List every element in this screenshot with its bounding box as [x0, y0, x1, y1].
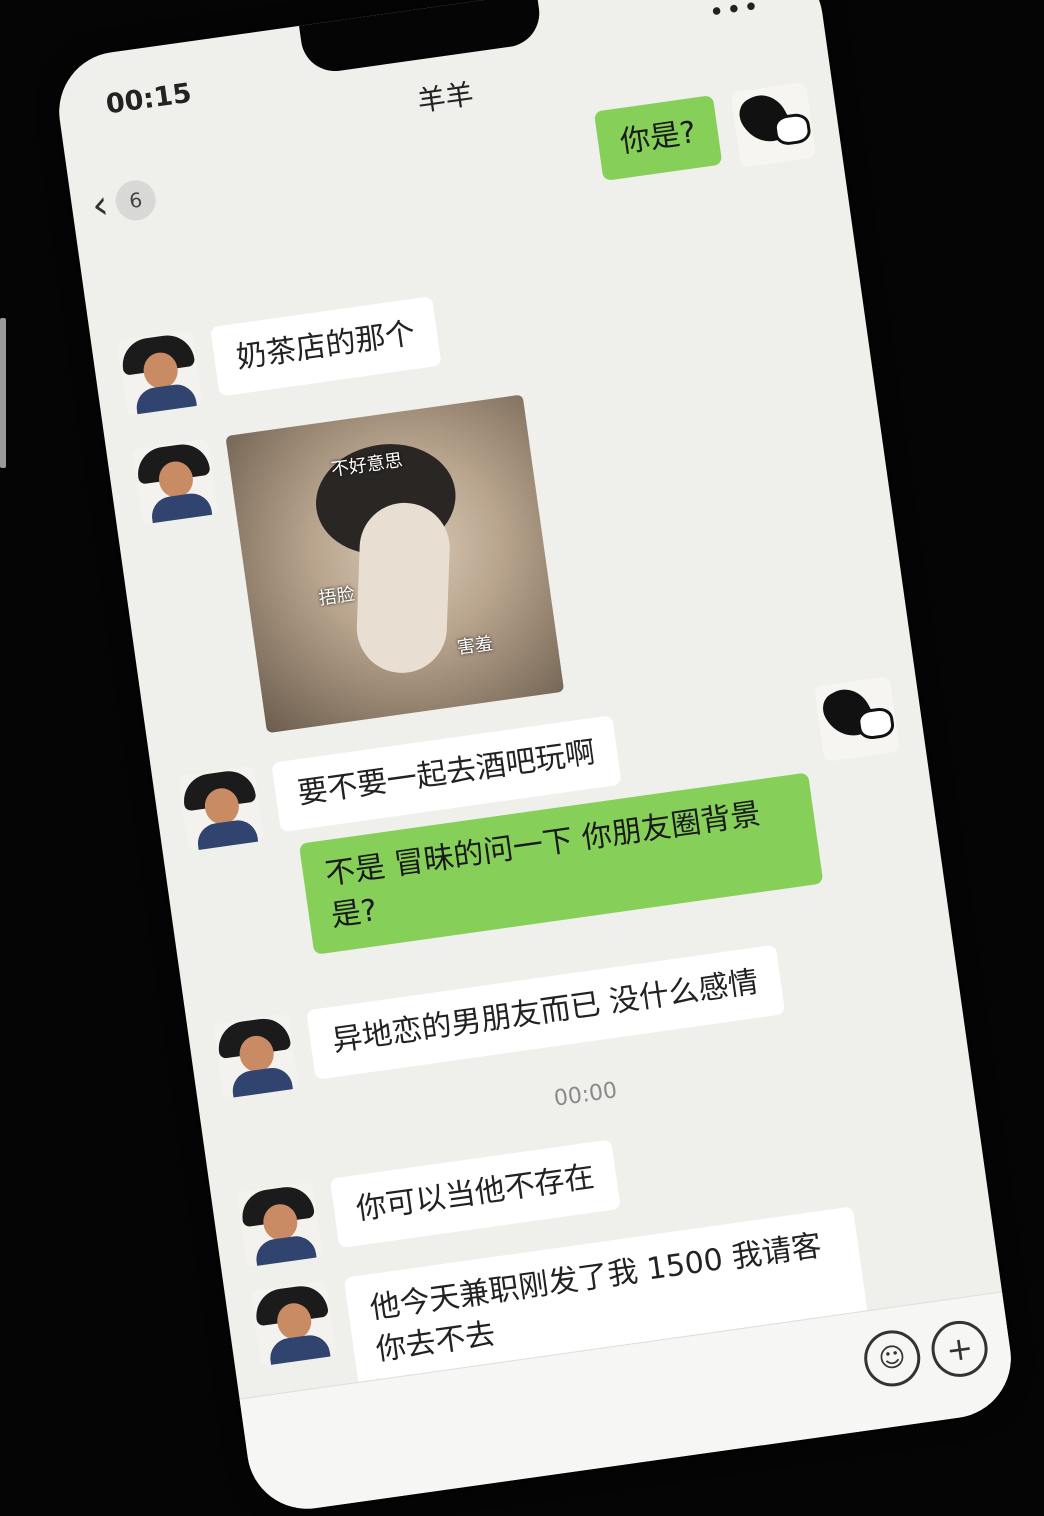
- phone-screen: 00:15 ••• ‹ 6 羊羊 你是? 奶茶店的那个 不好意思 捂脸 害羞 要…: [51, 0, 1019, 1516]
- friend-avatar[interactable]: [236, 1181, 323, 1268]
- friend-avatar[interactable]: [132, 438, 219, 525]
- friend-avatar[interactable]: [213, 1013, 299, 1099]
- message-row: 你是?: [593, 81, 817, 187]
- message-bubble[interactable]: 异地恋的男朋友而已 没什么感情: [306, 944, 785, 1080]
- more-icon[interactable]: •••: [707, 0, 763, 29]
- friend-avatar[interactable]: [250, 1280, 337, 1367]
- my-avatar[interactable]: [730, 81, 817, 168]
- message-bubble[interactable]: 你可以当他不存在: [329, 1139, 621, 1249]
- message-bubble[interactable]: 不是 冒昧的问一下 你朋友圈背景是?: [298, 772, 824, 955]
- friend-avatar[interactable]: [117, 329, 203, 416]
- message-row: 奶茶店的那个: [117, 296, 442, 416]
- side-strip: [0, 318, 6, 468]
- emoji-icon[interactable]: ☺: [860, 1326, 924, 1390]
- plus-icon[interactable]: +: [927, 1317, 992, 1381]
- sticker-caption: 害羞: [455, 633, 495, 659]
- sticker-image[interactable]: 不好意思 捂脸 害羞: [225, 394, 565, 734]
- message-row: 不是 冒昧的问一下 你朋友圈背景是?: [287, 676, 916, 955]
- sticker-caption: 捂脸: [317, 583, 357, 610]
- friend-avatar[interactable]: [178, 765, 265, 852]
- my-avatar[interactable]: [813, 676, 900, 762]
- message-list: 你是? 奶茶店的那个 不好意思 捂脸 害羞 要不要一起去酒吧玩啊 不是 冒昧的问…: [65, 49, 1002, 1398]
- message-row: 不好意思 捂脸 害羞: [132, 394, 565, 746]
- message-bubble[interactable]: 你是?: [593, 95, 723, 182]
- message-bubble[interactable]: 奶茶店的那个: [210, 296, 442, 397]
- notch: [297, 0, 544, 76]
